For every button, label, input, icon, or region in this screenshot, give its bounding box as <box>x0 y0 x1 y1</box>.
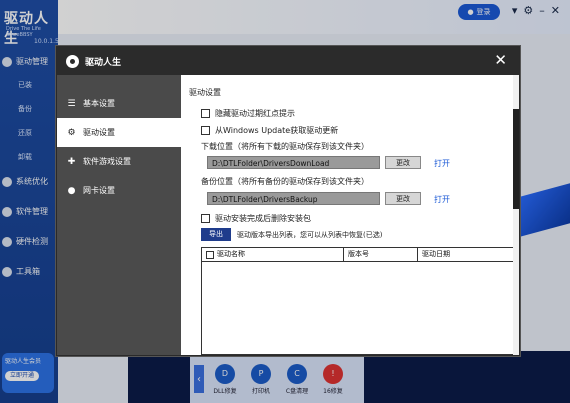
download-change-button[interactable]: 更改 <box>385 156 421 169</box>
select-all-checkbox[interactable] <box>206 250 214 259</box>
export-hint: 驱动版本导出列表，您可以从列表中恢复(已选) <box>237 231 383 239</box>
scrollbar[interactable] <box>513 75 519 355</box>
list-icon: ☰ <box>67 98 76 109</box>
download-path-input[interactable]: D:\DTLFolder\DriversDownLoad <box>207 156 380 169</box>
section-title: 驱动设置 <box>189 88 221 97</box>
download-open-link[interactable]: 打开 <box>434 158 450 169</box>
checkbox[interactable] <box>201 214 210 223</box>
app-logo-icon <box>66 54 79 68</box>
gear-icon: ⚙ <box>67 127 76 138</box>
tab-network-settings[interactable]: ● 网卡设置 <box>57 176 181 205</box>
dialog-title: 驱动人生 <box>85 57 122 68</box>
backup-location-label: 备份位置（将所有备份的驱动保存到该文件夹） <box>201 177 369 186</box>
dialog-close-button[interactable]: ✕ <box>494 52 507 68</box>
network-icon: ● <box>67 185 76 196</box>
option-hide-red-dot[interactable]: 隐藏驱动过期红点提示 <box>201 108 295 119</box>
tab-basic-settings[interactable]: ☰ 基本设置 <box>57 89 181 118</box>
option-windows-update[interactable]: 从Windows Update获取驱动更新 <box>201 125 338 136</box>
settings-sidebar: ☰ 基本设置 ⚙ 驱动设置 ✚ 软件游戏设置 ● 网卡设置 <box>57 75 181 355</box>
settings-dialog: 驱动人生 ✕ ☰ 基本设置 ⚙ 驱动设置 ✚ 软件游戏设置 ● 网卡设置 驱动设… <box>56 46 520 356</box>
column-driver-date[interactable]: 驱动日期 <box>418 248 513 261</box>
settings-content: 驱动设置 隐藏驱动过期红点提示 从Windows Update获取驱动更新 下载… <box>181 75 519 355</box>
column-driver-name[interactable]: 驱动名称 <box>202 248 344 261</box>
checkbox[interactable] <box>201 109 210 118</box>
download-location-label: 下载位置（将所有下载的驱动保存到该文件夹） <box>201 142 369 151</box>
tab-driver-settings[interactable]: ⚙ 驱动设置 <box>57 118 181 147</box>
dialog-titlebar: 驱动人生 ✕ <box>57 47 519 75</box>
checkbox[interactable] <box>201 126 210 135</box>
driver-table: 驱动名称 版本号 驱动日期 <box>201 247 516 355</box>
export-button[interactable]: 导出 <box>201 228 231 241</box>
backup-path-input[interactable]: D:\DTLFolder\DriversBackup <box>207 192 380 205</box>
scrollbar-thumb[interactable] <box>513 109 519 209</box>
backup-change-button[interactable]: 更改 <box>385 192 421 205</box>
column-version[interactable]: 版本号 <box>344 248 418 261</box>
option-delete-package[interactable]: 驱动安装完成后删除安装包 <box>201 213 311 224</box>
backup-open-link[interactable]: 打开 <box>434 194 450 205</box>
gamepad-icon: ✚ <box>67 156 76 167</box>
tab-software-game-settings[interactable]: ✚ 软件游戏设置 <box>57 147 181 176</box>
table-header: 驱动名称 版本号 驱动日期 <box>202 248 515 262</box>
